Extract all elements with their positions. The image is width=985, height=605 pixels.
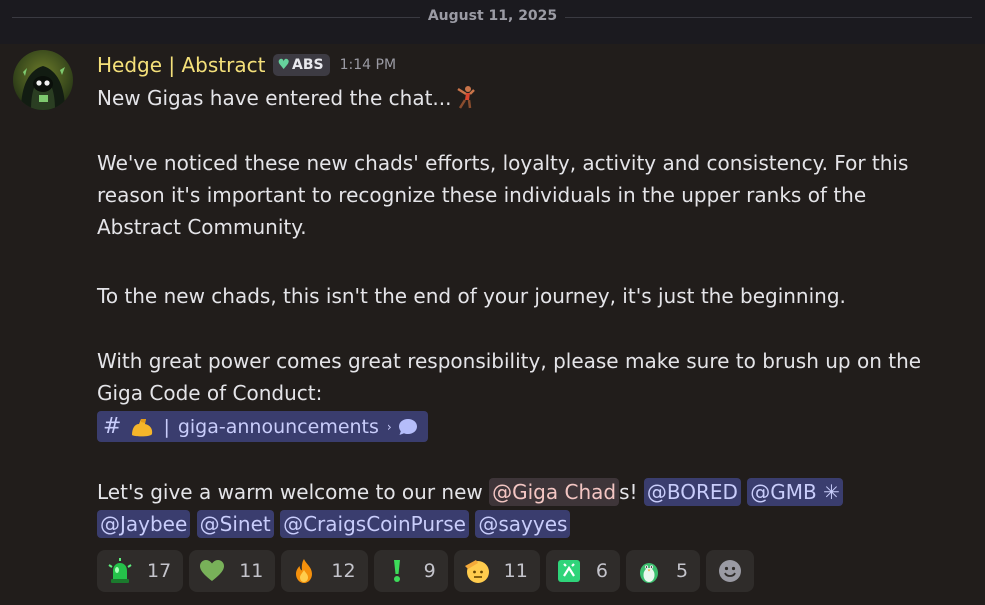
channel-name: giga-announcements (177, 415, 379, 438)
dancing-person-emoji-icon (457, 86, 476, 109)
green-heart-icon (199, 558, 225, 584)
reaction-exclamation[interactable]: 9 (373, 550, 448, 592)
reaction-siren[interactable]: 17 (97, 550, 184, 592)
separator: | (163, 415, 170, 438)
user-mention-gmb[interactable]: @GMB ✳ (747, 478, 843, 506)
welcome-line: Let's give a warm welcome to our new @Gi… (97, 478, 843, 506)
penguin-icon (636, 558, 662, 584)
reaction-count: 11 (239, 560, 264, 582)
reaction-count: 5 (675, 560, 689, 582)
user-mention-craigscoinpurse[interactable]: @CraigsCoinPurse (280, 510, 469, 538)
date-divider-bar: August 11, 2025 (0, 0, 985, 44)
paragraph-line: Giga Code of Conduct: (97, 381, 323, 405)
avatar[interactable] (13, 50, 73, 110)
reaction-penguin[interactable]: 5 (625, 550, 701, 592)
fire-icon (291, 558, 317, 584)
green-heart-icon: ♥ (277, 57, 291, 73)
paragraph-line: With great power comes great responsibil… (97, 349, 922, 373)
reaction-salute[interactable]: 11 (453, 550, 540, 592)
chat-bubble-icon (398, 418, 417, 435)
green-square-icon (556, 558, 582, 584)
welcome-suffix: s! (619, 480, 638, 504)
intro-text: New Gigas have entered the chat... (97, 86, 452, 110)
author-name[interactable]: Hedge | Abstract (97, 53, 265, 77)
flexed-biceps-emoji-icon (132, 418, 153, 436)
message-line-1: New Gigas have entered the chat... (97, 82, 957, 114)
user-mention-jaybee[interactable]: @Jaybee (97, 510, 191, 538)
message-header: Hedge | Abstract ♥ ABS 1:14 PM (97, 52, 396, 78)
date-divider-label: August 11, 2025 (419, 8, 566, 24)
reaction-green-heart[interactable]: 11 (189, 550, 276, 592)
paragraph-journey: To the new chads, this isn't the end of … (97, 284, 846, 308)
channel-mention[interactable]: # | giga-announcements › (97, 411, 428, 442)
paragraph-line: reason it's important to recognize these… (97, 183, 867, 207)
reaction-count: 9 (423, 560, 436, 582)
hashtag-icon: # (103, 414, 122, 439)
add-reaction-button[interactable] (706, 550, 755, 592)
reaction-count: 11 (503, 560, 528, 582)
paragraph-line: Abstract Community. (97, 215, 307, 239)
paragraph-efforts: We've noticed these new chads' efforts, … (97, 147, 957, 243)
reaction-green-square[interactable]: 6 (545, 550, 620, 592)
hooded-character-icon (21, 66, 65, 110)
green-exclamation-icon (384, 558, 410, 584)
user-mention-bored[interactable]: @BORED (643, 478, 741, 506)
server-tag-label: ABS (292, 57, 324, 73)
chevron-right-icon: › (386, 419, 392, 434)
reaction-count: 17 (147, 560, 172, 582)
saluting-face-icon (464, 558, 490, 584)
message-timestamp[interactable]: 1:14 PM (340, 57, 396, 73)
role-mention-giga-chad[interactable]: @Giga Chad (489, 478, 620, 506)
reaction-count: 12 (331, 560, 356, 582)
welcome-text: Let's give a warm welcome to our new (97, 480, 483, 504)
server-tag[interactable]: ♥ ABS (273, 54, 330, 76)
mentions-line: @Jaybee @Sinet @CraigsCoinPurse @sayyes (97, 510, 571, 538)
paragraph-line: We've noticed these new chads' efforts, … (97, 151, 909, 175)
reaction-fire[interactable]: 12 (281, 550, 368, 592)
user-mention-sayyes[interactable]: @sayyes (475, 510, 571, 538)
reaction-bar: 17 11 12 9 11 6 5 (97, 550, 760, 592)
paragraph-responsibility: With great power comes great responsibil… (97, 345, 957, 409)
green-siren-icon (107, 558, 133, 584)
user-mention-sinet[interactable]: @Sinet (196, 510, 274, 538)
reaction-count: 6 (595, 560, 608, 582)
smiley-add-icon (717, 558, 743, 584)
